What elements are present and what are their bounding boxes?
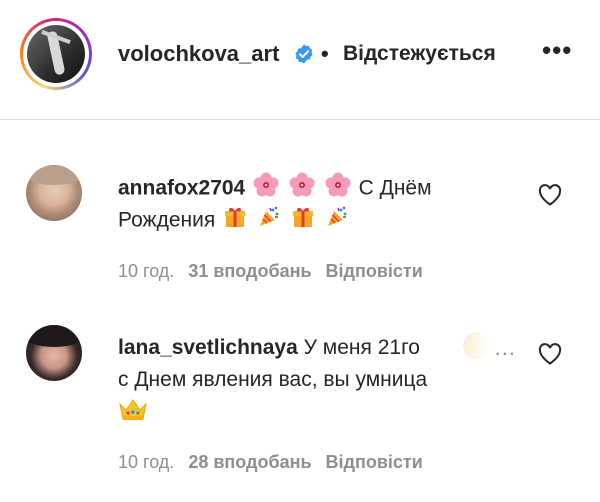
comment-text: с Днем явления вас, вы умница xyxy=(118,368,428,391)
like-heart-icon[interactable] xyxy=(538,343,562,365)
separator-dot: • xyxy=(321,41,329,66)
gift-emoji-icon xyxy=(223,205,247,237)
more-options-icon[interactable]: ••• xyxy=(542,37,572,63)
see-more-ellipsis[interactable]: ... xyxy=(495,334,516,362)
reply-button[interactable]: Відповісти xyxy=(326,261,423,281)
comment-likes-count[interactable]: 31 вподобань xyxy=(188,261,311,281)
like-heart-icon[interactable] xyxy=(538,184,562,206)
comment-avatar-annafox2704[interactable] xyxy=(26,165,82,221)
confetti-emoji-icon xyxy=(257,205,281,237)
comment-line-2: с Днем явления вас, вы умница xyxy=(118,366,427,394)
comment-line-2: Рождения xyxy=(118,205,351,237)
profile-avatar-story-ring[interactable] xyxy=(20,18,92,90)
comment-line-3 xyxy=(118,396,150,430)
comment-line-1: annafox2704 С Днём xyxy=(118,172,432,206)
comment-text: У меня 21го xyxy=(303,336,420,359)
comment-time[interactable]: 10 год. xyxy=(118,452,174,472)
comment-avatar-lana_svetlichnaya[interactable] xyxy=(26,325,82,381)
avatar[interactable] xyxy=(27,25,85,83)
confetti-emoji-icon xyxy=(325,205,349,237)
hibiscus-emoji-icon xyxy=(253,172,279,206)
comment-username[interactable]: annafox2704 xyxy=(118,177,245,200)
comment-meta: 10 год. 28 вподобань Відповісти xyxy=(118,451,423,473)
gift-emoji-icon xyxy=(291,205,315,237)
verified-badge-icon xyxy=(295,44,313,64)
comment-text: Рождения xyxy=(118,208,216,232)
post-header: volochkova_art • Відстежується ••• xyxy=(0,0,600,120)
comment-username[interactable]: lana_svetlichnaya xyxy=(118,336,298,359)
reply-button[interactable]: Відповісти xyxy=(326,452,423,472)
comment-meta: 10 год. 31 вподобань Відповісти xyxy=(118,260,423,282)
comment-line-1: lana_svetlichnaya У меня 21го xyxy=(118,334,420,362)
comment-text: С Днём xyxy=(358,176,432,200)
hibiscus-emoji-icon xyxy=(325,172,351,206)
comment-likes-count[interactable]: 28 вподобань xyxy=(188,452,311,472)
post-author-username[interactable]: volochkova_art xyxy=(118,40,279,68)
crown-emoji-icon xyxy=(118,396,148,430)
following-button[interactable]: Відстежується xyxy=(343,40,496,68)
comment-time[interactable]: 10 год. xyxy=(118,261,174,281)
truncation-fade: ... xyxy=(462,334,522,362)
hibiscus-emoji-icon xyxy=(289,172,315,206)
